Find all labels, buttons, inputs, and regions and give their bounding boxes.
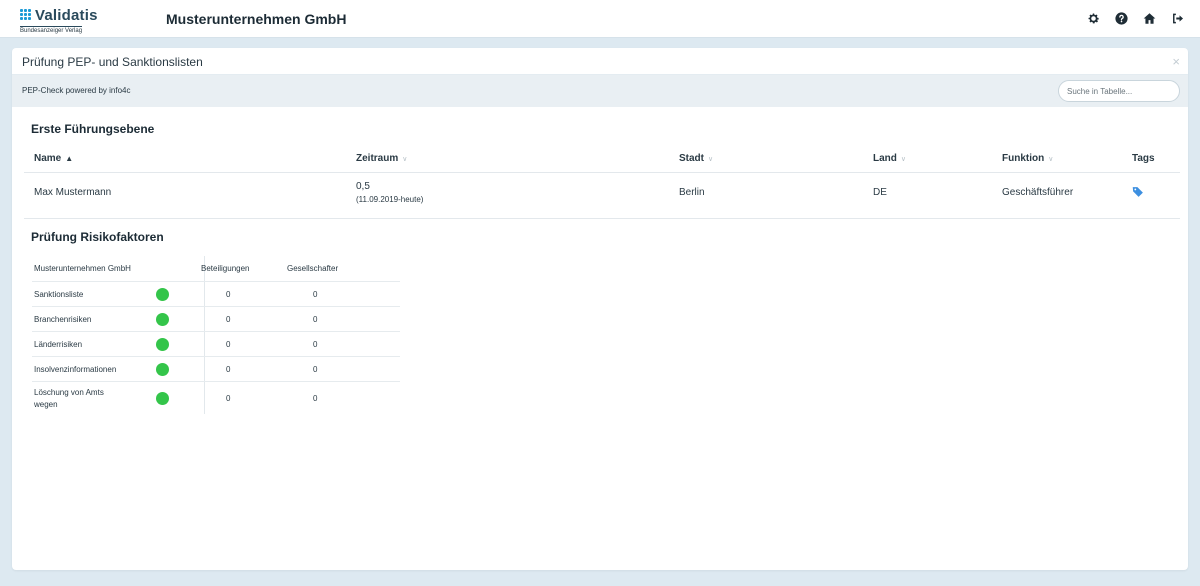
risk-label: Länderrisiken (34, 340, 83, 349)
logout-icon[interactable] (1170, 11, 1184, 25)
chevron-down-icon: ∨ (402, 155, 408, 163)
cell-stadt: Berlin (679, 187, 705, 198)
risk-row-laenderrisiken: Länderrisiken 0 0 (32, 332, 400, 357)
column-header-name-label: Name (34, 153, 62, 164)
panel-header: Prüfung PEP- und Sanktionslisten × (12, 48, 1188, 75)
risk-section-title: Prüfung Risikofaktoren (31, 230, 164, 244)
column-header-stadt-label: Stadt (679, 153, 704, 164)
risk-beteiligungen-value: 0 (226, 290, 231, 299)
tag-icon[interactable] (1132, 186, 1144, 198)
risk-header-gesellschafter: Gesellschafter (287, 264, 339, 273)
risk-beteiligungen-value: 0 (226, 365, 231, 374)
home-icon[interactable] (1142, 11, 1156, 25)
table-search-input[interactable] (1058, 80, 1180, 102)
risk-gesellschafter-value: 0 (313, 394, 318, 403)
chevron-down-icon: ∨ (708, 155, 714, 163)
risk-table: Musterunternehmen GmbH Beteiligungen Ges… (32, 256, 400, 414)
status-ok-icon (156, 338, 169, 351)
top-bar: Validatis Bundesanzeiger Verlag Musterun… (0, 0, 1200, 38)
column-header-tags-label: Tags (1132, 153, 1155, 164)
panel-title: Prüfung PEP- und Sanktionslisten (22, 55, 203, 69)
column-header-zeitraum[interactable]: Zeitraum ∨ (356, 153, 407, 164)
panel-subbar: PEP-Check powered by info4c (12, 75, 1188, 107)
column-header-land-label: Land (873, 153, 897, 164)
risk-row-insolvenzinformationen: Insolvenzinformationen 0 0 (32, 357, 400, 382)
logo-dots-icon (20, 9, 34, 21)
column-header-tags: Tags (1132, 153, 1155, 164)
help-icon[interactable] (1114, 11, 1128, 25)
risk-row-loeschung: Löschung von Amts wegen 0 0 (32, 382, 400, 414)
risk-header-entity: Musterunternehmen GmbH (34, 264, 131, 273)
column-header-funktion[interactable]: Funktion ∨ (1002, 153, 1053, 164)
column-header-land[interactable]: Land ∨ (873, 153, 906, 164)
risk-label: Sanktionsliste (34, 290, 84, 299)
risk-label: Branchenrisiken (34, 315, 92, 324)
risk-beteiligungen-value: 0 (226, 315, 231, 324)
status-ok-icon (156, 363, 169, 376)
risk-row-branchenrisiken: Branchenrisiken 0 0 (32, 307, 400, 332)
risk-gesellschafter-value: 0 (313, 290, 318, 299)
validatis-logo[interactable]: Validatis Bundesanzeiger Verlag (20, 7, 100, 35)
pep-panel: Prüfung PEP- und Sanktionslisten × PEP-C… (12, 48, 1188, 570)
powered-by-label: PEP-Check powered by info4c (22, 86, 131, 95)
cell-land: DE (873, 187, 887, 198)
logo-text: Validatis (35, 7, 98, 24)
column-header-zeitraum-label: Zeitraum (356, 153, 399, 164)
column-header-stadt[interactable]: Stadt ∨ (679, 153, 713, 164)
management-section-title: Erste Führungsebene (31, 122, 155, 136)
cell-zeitraum-detail: (11.09.2019-heute) (356, 195, 424, 204)
gear-icon[interactable] (1086, 11, 1100, 25)
risk-label: Insolvenzinformationen (34, 365, 117, 374)
column-header-funktion-label: Funktion (1002, 153, 1045, 164)
column-header-name[interactable]: Name ▲ (34, 153, 73, 164)
management-table-header: Name ▲ Zeitraum ∨ Stadt ∨ Land ∨ Funktio… (24, 143, 1180, 173)
risk-beteiligungen-value: 0 (226, 340, 231, 349)
status-ok-icon (156, 313, 169, 326)
logo-subtitle: Bundesanzeiger Verlag (20, 26, 83, 34)
status-ok-icon (156, 288, 169, 301)
risk-header-beteiligungen: Beteiligungen (201, 264, 250, 273)
status-ok-icon (156, 392, 169, 405)
risk-table-header: Musterunternehmen GmbH Beteiligungen Ges… (32, 256, 400, 282)
sort-asc-icon: ▲ (65, 154, 74, 163)
chevron-down-icon: ∨ (900, 155, 907, 163)
table-row[interactable]: Max Mustermann 0,5 (11.09.2019-heute) Be… (24, 173, 1180, 219)
cell-funktion: Geschäftsführer (1002, 187, 1074, 198)
chevron-down-icon: ∨ (1048, 155, 1054, 163)
risk-gesellschafter-value: 0 (313, 365, 318, 374)
top-toolbar (1086, 11, 1184, 25)
close-icon[interactable]: × (1172, 54, 1180, 69)
risk-label-line2: wegen (34, 400, 58, 409)
risk-row-sanktionsliste: Sanktionsliste 0 0 (32, 282, 400, 307)
risk-label: Löschung von Amts (34, 388, 104, 397)
cell-zeitraum: 0,5 (356, 181, 370, 192)
management-table: Name ▲ Zeitraum ∨ Stadt ∨ Land ∨ Funktio… (24, 143, 1180, 219)
company-name: Musterunternehmen GmbH (166, 11, 347, 27)
cell-name: Max Mustermann (34, 187, 112, 198)
risk-gesellschafter-value: 0 (313, 340, 318, 349)
risk-gesellschafter-value: 0 (313, 315, 318, 324)
risk-beteiligungen-value: 0 (226, 394, 231, 403)
